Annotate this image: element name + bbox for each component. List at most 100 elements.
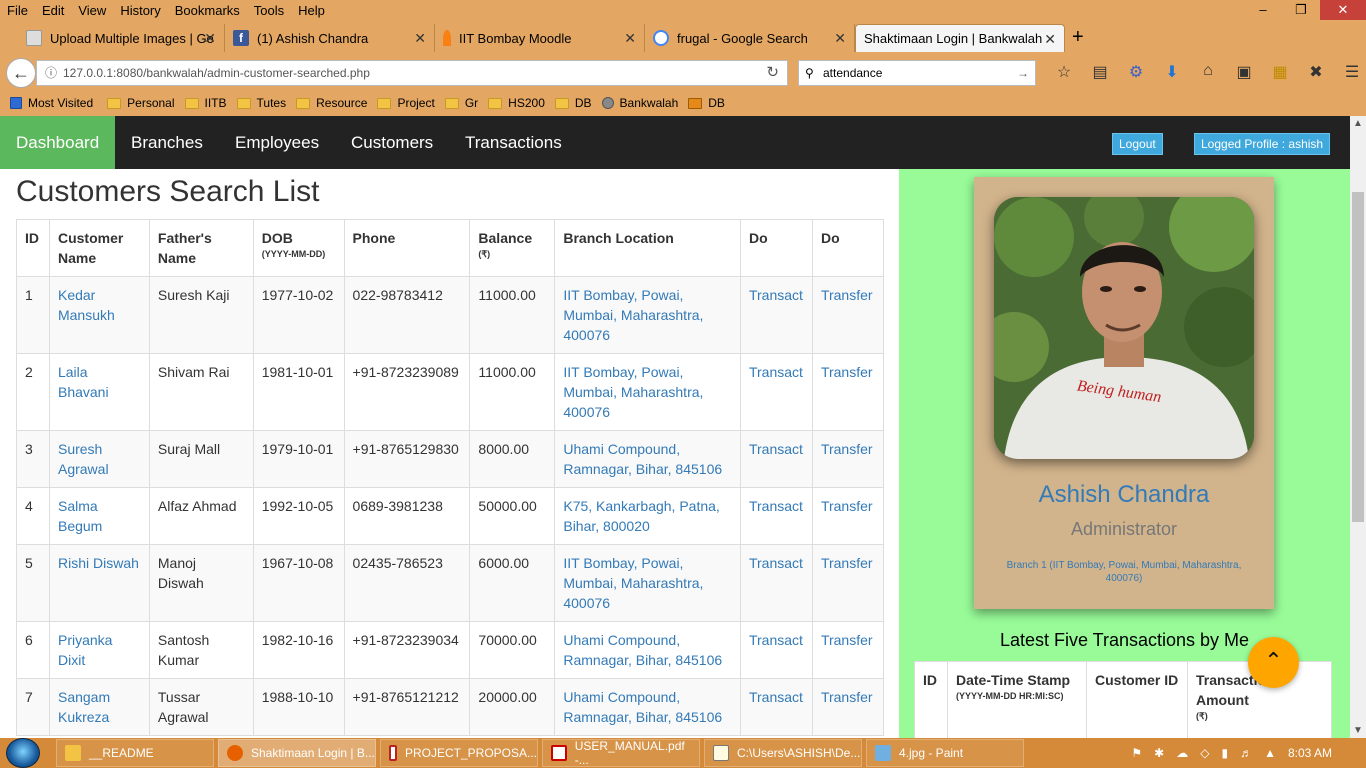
volume-icon[interactable]: ♬ [1240, 746, 1252, 760]
menu-edit[interactable]: Edit [35, 3, 71, 18]
branch-link[interactable]: Uhami Compound, Ramnagar, Bihar, 845106 [563, 632, 722, 668]
scroll-thumb[interactable] [1352, 192, 1364, 522]
new-tab-icon[interactable]: + [1072, 26, 1084, 49]
bookmark-personal[interactable]: Personal [107, 96, 175, 110]
branch-link[interactable]: Uhami Compound, Ramnagar, Bihar, 845106 [563, 441, 722, 477]
pocket-icon[interactable]: ▣ [1226, 62, 1262, 82]
bookmark-bankwalah[interactable]: Bankwalah [601, 96, 678, 110]
close-tab-icon[interactable]: ✕ [834, 30, 846, 47]
reload-icon[interactable]: ↻ [766, 61, 779, 85]
logged-profile-button[interactable]: Logged Profile : ashish [1194, 133, 1331, 155]
tab-upload-images[interactable]: Upload Multiple Images | Ge ✕ [18, 24, 225, 52]
close-tab-icon[interactable]: ✕ [1044, 31, 1056, 48]
network-icon[interactable]: ☁ [1176, 746, 1188, 760]
menu-bookmarks[interactable]: Bookmarks [168, 3, 247, 18]
menu-help[interactable]: Help [291, 3, 332, 18]
transfer-link[interactable]: Transfer [821, 632, 873, 648]
customer-name-link[interactable]: Kedar Mansukh [58, 287, 115, 323]
dropbox-icon[interactable]: ◇ [1200, 746, 1209, 760]
bookmark-tutes[interactable]: Tutes [236, 96, 286, 110]
bluetooth-icon[interactable]: ✱ [1154, 746, 1164, 760]
menu-view[interactable]: View [71, 3, 113, 18]
tab-facebook[interactable]: f (1) Ashish Chandra ✕ [225, 24, 435, 52]
taskbar-item-readme[interactable]: __README [56, 739, 214, 767]
transact-link[interactable]: Transact [749, 364, 803, 380]
taskbar-item-manual[interactable]: USER_MANUAL.pdf -... [542, 739, 700, 767]
reading-list-icon[interactable]: ▤ [1082, 62, 1118, 82]
bookmark-resource[interactable]: Resource [296, 96, 367, 110]
menu-history[interactable]: History [113, 3, 167, 18]
customer-name-link[interactable]: Sangam Kukreza [58, 689, 110, 725]
transfer-link[interactable]: Transfer [821, 364, 873, 380]
menu-tools[interactable]: Tools [247, 3, 291, 18]
flag-icon[interactable]: ⚑ [1131, 746, 1142, 760]
logout-button[interactable]: Logout [1112, 133, 1163, 155]
taskbar-item-proposal[interactable]: PROJECT_PROPOSA... [380, 739, 538, 767]
transact-link[interactable]: Transact [749, 498, 803, 514]
customer-name-link[interactable]: Priyanka Dixit [58, 632, 112, 668]
nav-branches[interactable]: Branches [115, 116, 219, 169]
bookmark-gr[interactable]: Gr [444, 96, 478, 110]
nav-transactions[interactable]: Transactions [449, 116, 578, 169]
customer-name-link[interactable]: Salma Begum [58, 498, 102, 534]
transact-link[interactable]: Transact [749, 632, 803, 648]
close-window-icon[interactable]: ✕ [1320, 0, 1366, 20]
customer-name-link[interactable]: Laila Bhavani [58, 364, 109, 400]
transact-link[interactable]: Transact [749, 287, 803, 303]
download-icon[interactable]: ⬇ [1154, 62, 1190, 82]
extension-icon[interactable]: ▦ [1262, 62, 1298, 82]
menu-file[interactable]: File [0, 3, 35, 18]
tab-shaktimaan[interactable]: Shaktimaan Login | Bankwalah ✕ [855, 24, 1065, 52]
bookmark-iitb[interactable]: IITB [184, 96, 227, 110]
wifi-icon[interactable]: ▲ [1264, 746, 1276, 760]
transfer-link[interactable]: Transfer [821, 441, 873, 457]
bookmark-db-2[interactable]: DB [688, 96, 725, 110]
battery-icon[interactable]: ▮ [1221, 746, 1228, 760]
taskbar-item-firefox[interactable]: Shaktimaan Login | B... [218, 739, 376, 767]
start-button[interactable] [6, 738, 46, 768]
hamburger-menu-icon[interactable]: ☰ [1334, 62, 1366, 82]
transfer-link[interactable]: Transfer [821, 287, 873, 303]
url-bar[interactable]: ⓘ 127.0.0.1:8080/bankwalah/admin-custome… [36, 60, 788, 86]
branch-link[interactable]: IIT Bombay, Powai, Mumbai, Maharashtra, … [563, 555, 703, 611]
scroll-to-top-button[interactable]: ⌃ [1248, 637, 1299, 688]
transfer-link[interactable]: Transfer [821, 689, 873, 705]
home-icon[interactable]: ⌂ [1190, 62, 1226, 82]
profile-branch[interactable]: Branch 1 (IIT Bombay, Powai, Mumbai, Mah… [994, 559, 1254, 585]
go-arrow-icon[interactable]: → [1017, 61, 1029, 85]
sync-icon[interactable]: ⚙ [1118, 62, 1154, 82]
bookmark-hs200[interactable]: HS200 [488, 96, 545, 110]
branch-link[interactable]: IIT Bombay, Powai, Mumbai, Maharashtra, … [563, 364, 703, 420]
clock[interactable]: 8:03 AM [1288, 746, 1332, 760]
tab-moodle[interactable]: IIT Bombay Moodle ✕ [435, 24, 645, 52]
restore-icon[interactable]: ❐ [1282, 0, 1320, 20]
nav-employees[interactable]: Employees [219, 116, 335, 169]
profile-name[interactable]: Ashish Chandra [974, 481, 1274, 509]
page-scrollbar[interactable]: ▲ ▼ [1350, 116, 1366, 738]
close-tab-icon[interactable]: ✕ [414, 30, 426, 47]
bookmark-db[interactable]: DB [554, 96, 592, 110]
taskbar-item-explorer[interactable]: C:\Users\ASHISH\De... [704, 739, 862, 767]
bookmark-star-icon[interactable]: ☆ [1046, 62, 1082, 82]
taskbar-item-paint[interactable]: 4.jpg - Paint [866, 739, 1024, 767]
branch-link[interactable]: K75, Kankarbagh, Patna, Bihar, 800020 [563, 498, 719, 534]
tools-icon[interactable]: ✖ [1298, 62, 1334, 82]
tab-google[interactable]: frugal - Google Search ✕ [645, 24, 855, 52]
branch-link[interactable]: IIT Bombay, Powai, Mumbai, Maharashtra, … [563, 287, 703, 343]
transfer-link[interactable]: Transfer [821, 498, 873, 514]
bookmark-project[interactable]: Project [377, 96, 435, 110]
scroll-up-icon[interactable]: ▲ [1353, 118, 1363, 129]
transfer-link[interactable]: Transfer [821, 555, 873, 571]
customer-name-link[interactable]: Suresh Agrawal [58, 441, 109, 477]
search-input[interactable]: ⚲ attendance → [798, 60, 1036, 86]
scroll-down-icon[interactable]: ▼ [1353, 725, 1363, 736]
transact-link[interactable]: Transact [749, 441, 803, 457]
transact-link[interactable]: Transact [749, 689, 803, 705]
bookmark-most-visited[interactable]: Most Visited [10, 96, 93, 110]
close-tab-icon[interactable]: ✕ [624, 30, 636, 47]
close-tab-icon[interactable]: ✕ [204, 30, 216, 47]
info-icon[interactable]: ⓘ [45, 61, 57, 85]
branch-link[interactable]: Uhami Compound, Ramnagar, Bihar, 845106 [563, 689, 722, 725]
customer-name-link[interactable]: Rishi Diswah [58, 555, 139, 571]
nav-customers[interactable]: Customers [335, 116, 449, 169]
